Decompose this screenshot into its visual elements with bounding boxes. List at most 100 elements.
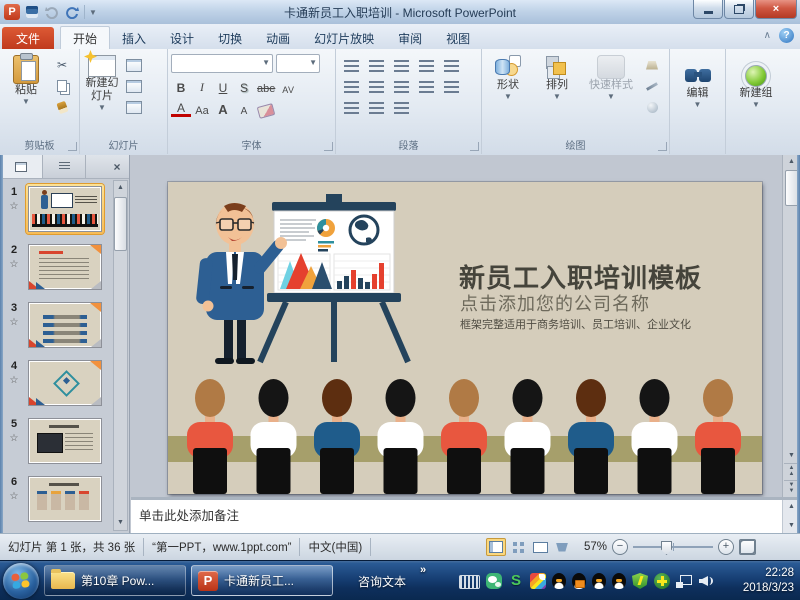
zoom-out-button[interactable]: − — [612, 539, 628, 555]
animation-star-icon[interactable]: ☆ — [10, 491, 19, 502]
qq-penguin-icon[interactable] — [592, 573, 606, 589]
restore-button[interactable] — [724, 0, 754, 19]
zoom-in-button[interactable]: + — [718, 539, 734, 555]
tab-outline[interactable] — [43, 155, 86, 178]
scroll-down-icon[interactable]: ▼ — [117, 516, 124, 530]
slide-tagline-text[interactable]: 框架完整适用于商务培训、员工培训、企业文化 — [460, 316, 691, 332]
rainbow-icon[interactable] — [530, 573, 546, 589]
tab-插入[interactable]: 插入 — [110, 27, 158, 49]
scroll-up-icon[interactable]: ▲ — [788, 500, 795, 514]
zoom-slider-thumb[interactable] — [661, 541, 672, 555]
clear-formatting-icon[interactable] — [257, 103, 276, 119]
slide-canvas[interactable]: 新员工入职培训模板 点击添加您的公司名称 框架完整适用于商务培训、员工培训、企业… — [168, 182, 762, 494]
start-button[interactable] — [3, 563, 39, 599]
align-left-icon[interactable] — [444, 81, 459, 93]
slide-editor[interactable]: 新员工入职培训模板 点击添加您的公司名称 框架完整适用于商务培训、员工培训、企业… — [131, 155, 782, 497]
shapes-button[interactable]: 形状 ▼ — [485, 53, 531, 138]
slide-thumbnail-5[interactable] — [26, 416, 104, 466]
slide-thumbnail-4[interactable] — [26, 358, 104, 408]
underline-button[interactable]: U — [213, 81, 233, 95]
scroll-up-icon[interactable]: ▲ — [788, 155, 795, 169]
taskbar-button[interactable]: 第10章 Pow... — [44, 565, 186, 596]
wechat-icon[interactable] — [486, 573, 502, 589]
bold-button[interactable]: B — [171, 81, 191, 95]
justify-icon[interactable] — [394, 102, 409, 114]
tab-审阅[interactable]: 审阅 — [386, 27, 434, 49]
section-icon[interactable] — [124, 99, 144, 115]
align-text-icon[interactable] — [444, 60, 459, 72]
strikethrough-button[interactable]: abe — [255, 83, 277, 95]
tab-设计[interactable]: 设计 — [158, 27, 206, 49]
tab-切换[interactable]: 切换 — [206, 27, 254, 49]
cut-icon[interactable]: ✂ — [52, 57, 72, 73]
notes-pane[interactable]: 单击此处添加备注 ▲ ▼ — [131, 497, 800, 533]
decrease-indent-icon[interactable] — [344, 81, 359, 93]
tab-开始[interactable]: 开始 — [60, 26, 110, 49]
align-right-icon[interactable] — [369, 102, 384, 114]
new-slide-button[interactable]: 新建幻灯片 ▼ — [83, 53, 121, 138]
bullets-icon[interactable] — [344, 60, 359, 72]
change-case-button[interactable]: Aa — [192, 105, 212, 117]
new-group-button[interactable]: 新建组 ▼ — [733, 53, 779, 138]
tab-视图[interactable]: 视图 — [434, 27, 482, 49]
character-spacing-button[interactable]: AV — [278, 85, 298, 95]
font-color-button[interactable]: A — [171, 102, 191, 117]
scroll-up-icon[interactable]: ▲ — [117, 181, 124, 195]
arrange-button[interactable]: 排列 ▼ — [534, 53, 580, 138]
qq-penguin-briefcase-icon[interactable] — [572, 573, 586, 589]
slide-thumbnail-2[interactable] — [26, 242, 104, 292]
reading-view-button[interactable] — [530, 538, 550, 556]
fit-to-window-button[interactable] — [739, 539, 756, 555]
drawing-dialog-launcher[interactable] — [658, 142, 667, 151]
qq-penguin-icon[interactable] — [552, 573, 566, 589]
shape-outline-icon[interactable] — [642, 78, 662, 94]
increase-indent-icon[interactable] — [369, 81, 384, 93]
panel-scrollbar-thumb[interactable] — [114, 197, 127, 251]
health-plus-icon[interactable] — [654, 573, 670, 589]
shape-effects-icon[interactable] — [642, 99, 662, 115]
tab-file[interactable]: 文件 — [2, 27, 54, 49]
slide-subtitle-text[interactable]: 点击添加您的公司名称 — [460, 290, 650, 316]
animation-star-icon[interactable]: ☆ — [10, 317, 19, 328]
notes-placeholder[interactable]: 单击此处添加备注 — [131, 500, 800, 529]
panel-scrollbar[interactable]: ▲ ▼ — [113, 180, 128, 531]
animation-star-icon[interactable]: ☆ — [10, 259, 19, 270]
font-name-combobox[interactable]: ▼ — [171, 54, 273, 73]
taskbar-button[interactable]: 卡通新员工... — [191, 565, 333, 596]
sorter-view-button[interactable] — [508, 538, 528, 556]
shape-fill-icon[interactable] — [642, 57, 662, 73]
taskbar-clock[interactable]: 22:28 2018/3/23 — [743, 566, 794, 596]
language-indicator[interactable]: 中文(中国) — [300, 539, 370, 555]
network-icon[interactable] — [676, 574, 692, 590]
show-view-button[interactable] — [552, 538, 572, 556]
qq-penguin-icon[interactable] — [612, 573, 626, 589]
keyboard-icon[interactable] — [459, 575, 480, 589]
animation-star-icon[interactable]: ☆ — [10, 375, 19, 386]
collapse-ribbon-icon[interactable]: ∧ — [764, 30, 771, 41]
convert-smartart-icon[interactable] — [419, 81, 434, 93]
messenger-s-icon[interactable]: S — [508, 573, 524, 589]
reset-icon[interactable] — [124, 78, 144, 94]
close-button[interactable]: × — [755, 0, 797, 19]
close-panel-icon[interactable]: × — [105, 155, 129, 178]
tab-slides-thumbnails[interactable] — [0, 155, 43, 178]
animation-star-icon[interactable]: ☆ — [10, 433, 19, 444]
text-shadow-button[interactable]: S — [234, 81, 254, 95]
zoom-slider[interactable] — [633, 540, 713, 554]
clipboard-dialog-launcher[interactable] — [68, 142, 77, 151]
align-center-icon[interactable] — [344, 102, 359, 114]
format-painter-icon[interactable] — [52, 99, 72, 115]
scroll-down-icon[interactable]: ▼ — [788, 519, 795, 533]
help-icon[interactable]: ? — [779, 28, 794, 43]
text-direction-icon[interactable] — [419, 60, 434, 72]
slide-thumbnail-6[interactable] — [26, 474, 104, 524]
scroll-down-icon[interactable]: ▼ — [788, 449, 795, 463]
tab-幻灯片放映[interactable]: 幻灯片放映 — [302, 27, 386, 49]
volume-icon[interactable] — [698, 573, 714, 589]
columns-icon[interactable] — [394, 81, 409, 93]
normal-view-button[interactable] — [486, 538, 506, 556]
overflow-chevron-icon[interactable]: » — [420, 564, 426, 576]
taskbar-toolbar-text[interactable]: 咨询文本 — [358, 573, 406, 590]
font-dialog-launcher[interactable] — [324, 142, 333, 151]
italic-button[interactable]: I — [192, 80, 212, 95]
